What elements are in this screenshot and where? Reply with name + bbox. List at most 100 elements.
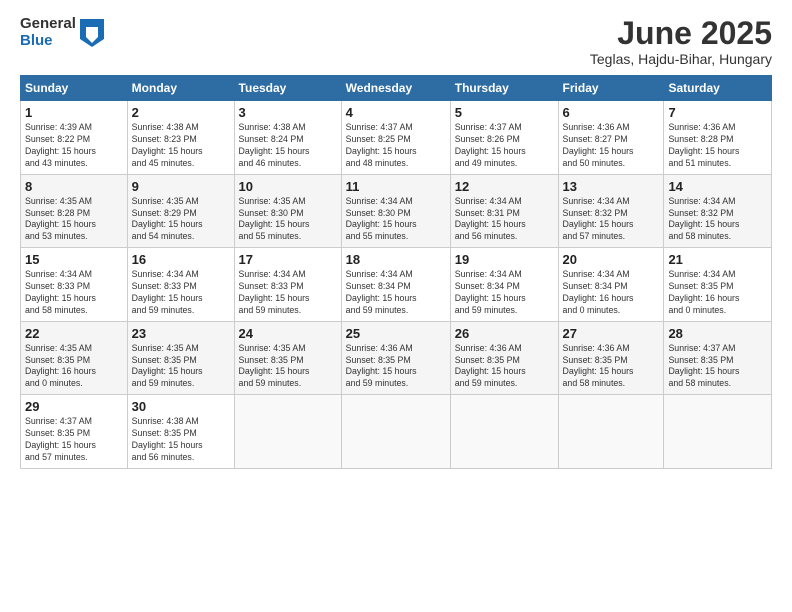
day-info: Sunrise: 4:36 AM Sunset: 8:27 PM Dayligh… (563, 122, 660, 170)
day-info: Sunrise: 4:37 AM Sunset: 8:25 PM Dayligh… (346, 122, 446, 170)
day-number: 24 (239, 326, 337, 341)
day-number: 8 (25, 179, 123, 194)
day-number: 18 (346, 252, 446, 267)
calendar-cell: 22Sunrise: 4:35 AM Sunset: 8:35 PM Dayli… (21, 321, 128, 395)
day-info: Sunrise: 4:38 AM Sunset: 8:23 PM Dayligh… (132, 122, 230, 170)
header-row: Sunday Monday Tuesday Wednesday Thursday… (21, 76, 772, 101)
day-number: 7 (668, 105, 767, 120)
day-info: Sunrise: 4:34 AM Sunset: 8:33 PM Dayligh… (132, 269, 230, 317)
day-number: 6 (563, 105, 660, 120)
day-number: 25 (346, 326, 446, 341)
subtitle: Teglas, Hajdu-Bihar, Hungary (590, 51, 772, 67)
calendar-cell: 13 Sunrise: 4:34 AM Sunset: 8:32 PM Dayli… (558, 174, 664, 248)
day-info: Sunrise: 4:34 AM Sunset: 8:34 PM Dayligh… (346, 269, 446, 317)
day-number: 4 (346, 105, 446, 120)
calendar-week-3: 15Sunrise: 4:34 AM Sunset: 8:33 PM Dayli… (21, 248, 772, 322)
calendar-cell: 2Sunrise: 4:38 AM Sunset: 8:23 PM Daylig… (127, 101, 234, 175)
day-info: Sunrise: 4:34 AM Sunset: 8:32 PM Dayligh… (668, 196, 767, 244)
logo-blue: Blue (20, 33, 76, 50)
calendar-cell: 30 Sunrise: 4:38 AM Sunset: 8:35 PM Dayli… (127, 395, 234, 469)
day-info: Sunrise: 4:36 AM Sunset: 8:35 PM Dayligh… (563, 343, 660, 391)
day-info: Sunrise: 4:37 AM Sunset: 8:35 PM Dayligh… (25, 416, 123, 464)
page: General Blue June 2025 Teglas, Hajdu-Bih… (0, 0, 792, 479)
day-number: 29 (25, 399, 123, 414)
calendar-cell: 25 Sunrise: 4:36 AM Sunset: 8:35 PM Dayli… (341, 321, 450, 395)
col-thursday: Thursday (450, 76, 558, 101)
calendar-cell: 29 Sunrise: 4:37 AM Sunset: 8:35 PM Dayli… (21, 395, 128, 469)
day-info: Sunrise: 4:35 AM Sunset: 8:30 PM Dayligh… (239, 196, 337, 244)
calendar-cell: 27 Sunrise: 4:36 AM Sunset: 8:35 PM Dayli… (558, 321, 664, 395)
title-block: June 2025 Teglas, Hajdu-Bihar, Hungary (590, 16, 772, 67)
day-number: 21 (668, 252, 767, 267)
logo: General Blue (20, 16, 104, 49)
calendar-cell: 20Sunrise: 4:34 AM Sunset: 8:34 PM Dayli… (558, 248, 664, 322)
col-sunday: Sunday (21, 76, 128, 101)
day-number: 9 (132, 179, 230, 194)
day-info: Sunrise: 4:37 AM Sunset: 8:35 PM Dayligh… (668, 343, 767, 391)
col-wednesday: Wednesday (341, 76, 450, 101)
header: General Blue June 2025 Teglas, Hajdu-Bih… (20, 16, 772, 67)
day-info: Sunrise: 4:38 AM Sunset: 8:35 PM Dayligh… (132, 416, 230, 464)
day-info: Sunrise: 4:34 AM Sunset: 8:30 PM Dayligh… (346, 196, 446, 244)
col-monday: Monday (127, 76, 234, 101)
day-number: 28 (668, 326, 767, 341)
day-info: Sunrise: 4:36 AM Sunset: 8:28 PM Dayligh… (668, 122, 767, 170)
calendar-cell: 26Sunrise: 4:36 AM Sunset: 8:35 PM Dayli… (450, 321, 558, 395)
logo-general: General (20, 16, 76, 33)
day-info: Sunrise: 4:34 AM Sunset: 8:31 PM Dayligh… (455, 196, 554, 244)
calendar-cell (450, 395, 558, 469)
calendar-week-4: 22Sunrise: 4:35 AM Sunset: 8:35 PM Dayli… (21, 321, 772, 395)
calendar-cell (341, 395, 450, 469)
day-info: Sunrise: 4:39 AM Sunset: 8:22 PM Dayligh… (25, 122, 123, 170)
calendar-cell: 9 Sunrise: 4:35 AM Sunset: 8:29 PM Daylig… (127, 174, 234, 248)
calendar-cell: 11 Sunrise: 4:34 AM Sunset: 8:30 PM Dayli… (341, 174, 450, 248)
day-number: 16 (132, 252, 230, 267)
col-saturday: Saturday (664, 76, 772, 101)
calendar-cell (234, 395, 341, 469)
calendar-cell: 1Sunrise: 4:39 AM Sunset: 8:22 PM Daylig… (21, 101, 128, 175)
col-friday: Friday (558, 76, 664, 101)
day-number: 13 (563, 179, 660, 194)
day-number: 30 (132, 399, 230, 414)
calendar-week-5: 29 Sunrise: 4:37 AM Sunset: 8:35 PM Dayli… (21, 395, 772, 469)
day-number: 17 (239, 252, 337, 267)
calendar-week-2: 8 Sunrise: 4:35 AM Sunset: 8:28 PM Daylig… (21, 174, 772, 248)
day-number: 23 (132, 326, 230, 341)
calendar-cell: 4 Sunrise: 4:37 AM Sunset: 8:25 PM Daylig… (341, 101, 450, 175)
day-info: Sunrise: 4:34 AM Sunset: 8:33 PM Dayligh… (25, 269, 123, 317)
day-number: 26 (455, 326, 554, 341)
calendar-week-1: 1Sunrise: 4:39 AM Sunset: 8:22 PM Daylig… (21, 101, 772, 175)
calendar-cell: 12 Sunrise: 4:34 AM Sunset: 8:31 PM Dayli… (450, 174, 558, 248)
calendar-cell: 8 Sunrise: 4:35 AM Sunset: 8:28 PM Daylig… (21, 174, 128, 248)
calendar-cell: 23 Sunrise: 4:35 AM Sunset: 8:35 PM Dayli… (127, 321, 234, 395)
calendar-cell (558, 395, 664, 469)
calendar-cell: 24Sunrise: 4:35 AM Sunset: 8:35 PM Dayli… (234, 321, 341, 395)
day-number: 27 (563, 326, 660, 341)
day-info: Sunrise: 4:34 AM Sunset: 8:35 PM Dayligh… (668, 269, 767, 317)
day-number: 12 (455, 179, 554, 194)
day-info: Sunrise: 4:34 AM Sunset: 8:34 PM Dayligh… (455, 269, 554, 317)
day-info: Sunrise: 4:35 AM Sunset: 8:35 PM Dayligh… (132, 343, 230, 391)
day-number: 3 (239, 105, 337, 120)
calendar-cell: 5Sunrise: 4:37 AM Sunset: 8:26 PM Daylig… (450, 101, 558, 175)
calendar-cell: 6 Sunrise: 4:36 AM Sunset: 8:27 PM Daylig… (558, 101, 664, 175)
calendar-cell: 21 Sunrise: 4:34 AM Sunset: 8:35 PM Dayli… (664, 248, 772, 322)
logo-icon (80, 19, 104, 47)
day-info: Sunrise: 4:35 AM Sunset: 8:29 PM Dayligh… (132, 196, 230, 244)
calendar-cell: 10 Sunrise: 4:35 AM Sunset: 8:30 PM Dayli… (234, 174, 341, 248)
calendar-cell: 19 Sunrise: 4:34 AM Sunset: 8:34 PM Dayli… (450, 248, 558, 322)
calendar-cell: 17 Sunrise: 4:34 AM Sunset: 8:33 PM Dayli… (234, 248, 341, 322)
day-number: 11 (346, 179, 446, 194)
calendar-cell: 7 Sunrise: 4:36 AM Sunset: 8:28 PM Daylig… (664, 101, 772, 175)
calendar-cell: 18 Sunrise: 4:34 AM Sunset: 8:34 PM Dayli… (341, 248, 450, 322)
day-number: 19 (455, 252, 554, 267)
day-number: 10 (239, 179, 337, 194)
day-info: Sunrise: 4:35 AM Sunset: 8:28 PM Dayligh… (25, 196, 123, 244)
day-number: 20 (563, 252, 660, 267)
calendar-body: 1Sunrise: 4:39 AM Sunset: 8:22 PM Daylig… (21, 101, 772, 469)
day-number: 14 (668, 179, 767, 194)
calendar-table: Sunday Monday Tuesday Wednesday Thursday… (20, 75, 772, 469)
day-info: Sunrise: 4:34 AM Sunset: 8:32 PM Dayligh… (563, 196, 660, 244)
day-info: Sunrise: 4:34 AM Sunset: 8:33 PM Dayligh… (239, 269, 337, 317)
day-info: Sunrise: 4:36 AM Sunset: 8:35 PM Dayligh… (346, 343, 446, 391)
